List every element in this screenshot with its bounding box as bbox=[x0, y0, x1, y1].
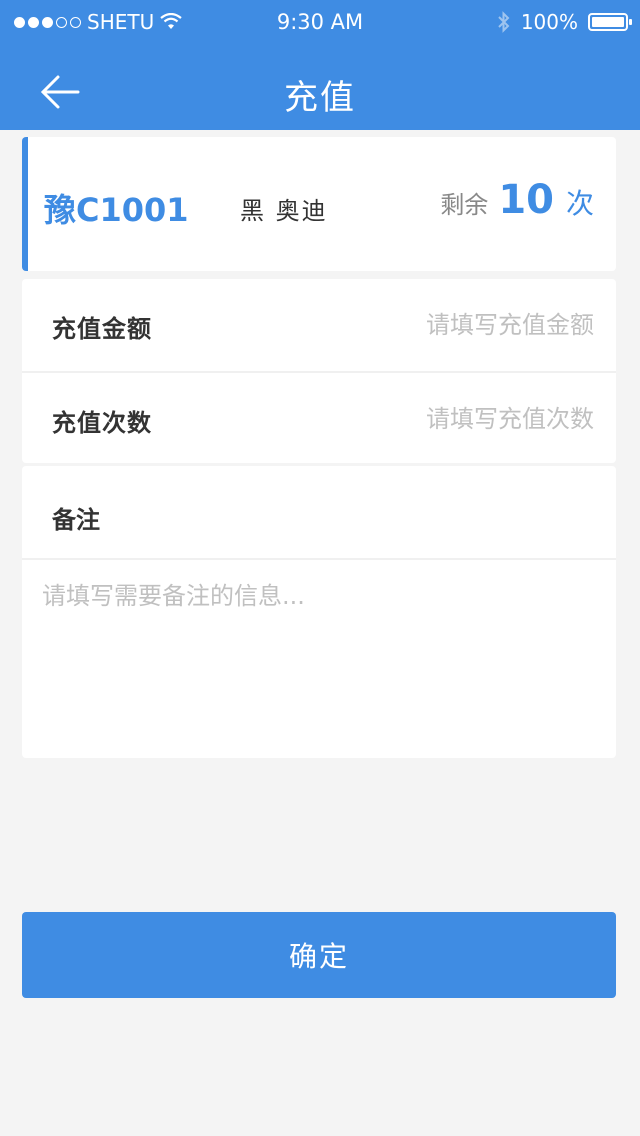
license-plate: 豫C1001 bbox=[44, 191, 189, 229]
vehicle-color-brand: 黑 奥迪 bbox=[240, 197, 328, 225]
card-accent-bar bbox=[22, 137, 28, 271]
recharge-form: 充值金额 充值次数 bbox=[22, 279, 616, 463]
times-input[interactable] bbox=[294, 399, 594, 439]
status-right: 100% bbox=[497, 10, 632, 34]
battery-percent: 100% bbox=[520, 10, 578, 34]
remaining-label: 剩余 bbox=[440, 191, 489, 219]
status-bar: SHETU 9:30 AM 100% bbox=[0, 0, 640, 44]
amount-label: 充值金额 bbox=[52, 315, 152, 343]
remark-label: 备注 bbox=[52, 506, 100, 534]
remark-textarea[interactable] bbox=[42, 576, 596, 736]
times-label: 充值次数 bbox=[52, 409, 152, 437]
page-title: 充值 bbox=[284, 78, 356, 118]
remaining-unit: 次 bbox=[565, 187, 594, 220]
bluetooth-icon bbox=[498, 11, 510, 33]
remaining-count: 剩余 10 次 bbox=[440, 177, 594, 223]
remark-divider bbox=[22, 558, 616, 560]
remark-card: 备注 bbox=[22, 466, 616, 758]
confirm-button[interactable]: 确定 bbox=[22, 912, 616, 998]
nav-bar: 充值 bbox=[0, 44, 640, 130]
vehicle-card: 豫C1001 黑 奥迪 剩余 10 次 bbox=[22, 137, 616, 271]
amount-row: 充值金额 bbox=[22, 279, 616, 371]
amount-input[interactable] bbox=[294, 305, 594, 345]
header: SHETU 9:30 AM 100% 充值 bbox=[0, 0, 640, 130]
remaining-number: 10 bbox=[498, 177, 554, 223]
times-row: 充值次数 bbox=[22, 373, 616, 465]
battery-icon bbox=[588, 13, 632, 31]
